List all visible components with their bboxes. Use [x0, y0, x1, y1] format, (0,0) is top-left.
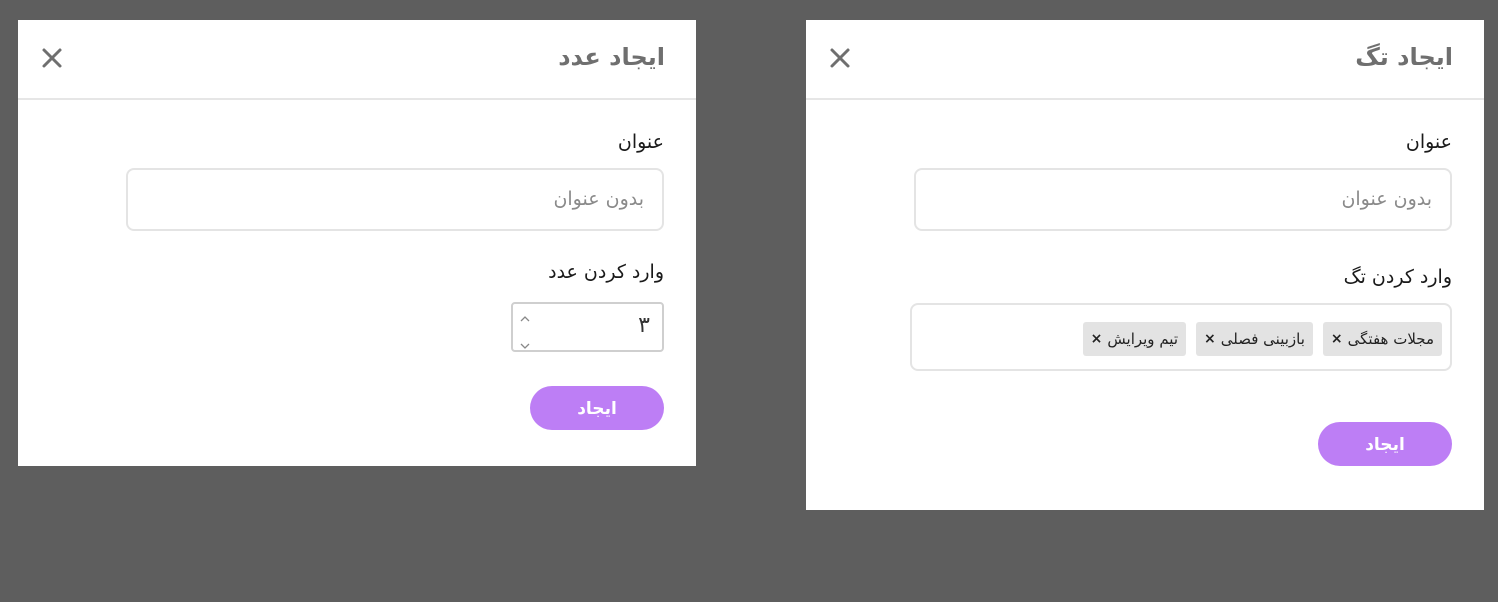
tag-chip: مجلات هفتگی ×: [1322, 322, 1442, 356]
tag-chip-list: مجلات هفتگی × بازبینی فصلی × تیم ویرایش …: [1082, 322, 1442, 356]
close-icon[interactable]: [40, 46, 64, 70]
remove-tag-icon[interactable]: ×: [1091, 329, 1103, 349]
title-input-placeholder: بدون عنوان: [553, 188, 644, 210]
title-field-label: عنوان: [617, 131, 664, 153]
dialog-header: ایجاد تگ: [806, 20, 1484, 100]
tag-input[interactable]: مجلات هفتگی × بازبینی فصلی × تیم ویرایش …: [910, 303, 1452, 371]
create-number-dialog: ایجاد عدد عنوان بدون عنوان وارد کردن عدد…: [18, 20, 696, 466]
tag-chip: تیم ویرایش ×: [1082, 322, 1187, 356]
chevron-up-icon[interactable]: [519, 309, 531, 322]
title-input[interactable]: بدون عنوان: [126, 168, 664, 231]
dialog-header: ایجاد عدد: [18, 20, 696, 100]
remove-tag-icon[interactable]: ×: [1204, 329, 1216, 349]
title-field-label: عنوان: [1405, 131, 1452, 153]
create-button[interactable]: ایجاد: [530, 386, 664, 430]
tag-chip-label: مجلات هفتگی: [1347, 330, 1434, 348]
number-field-label: وارد کردن عدد: [548, 261, 664, 283]
tag-chip: بازبینی فصلی ×: [1196, 322, 1313, 356]
dialog-title: ایجاد تگ: [1355, 43, 1453, 71]
dialog-title: ایجاد عدد: [558, 43, 665, 71]
number-value: ۳: [638, 313, 650, 338]
chevron-down-icon[interactable]: [519, 336, 531, 349]
title-input-placeholder: بدون عنوان: [1341, 188, 1432, 210]
tag-chip-label: بازبینی فصلی: [1220, 330, 1305, 348]
create-button[interactable]: ایجاد: [1318, 422, 1452, 466]
create-tag-dialog: ایجاد تگ عنوان بدون عنوان وارد کردن تگ م…: [806, 20, 1484, 510]
title-input[interactable]: بدون عنوان: [914, 168, 1452, 231]
tag-chip-label: تیم ویرایش: [1107, 330, 1179, 348]
remove-tag-icon[interactable]: ×: [1331, 329, 1343, 349]
number-input[interactable]: ۳: [511, 302, 664, 352]
tag-field-label: وارد کردن تگ: [1343, 266, 1452, 288]
close-icon[interactable]: [828, 46, 852, 70]
